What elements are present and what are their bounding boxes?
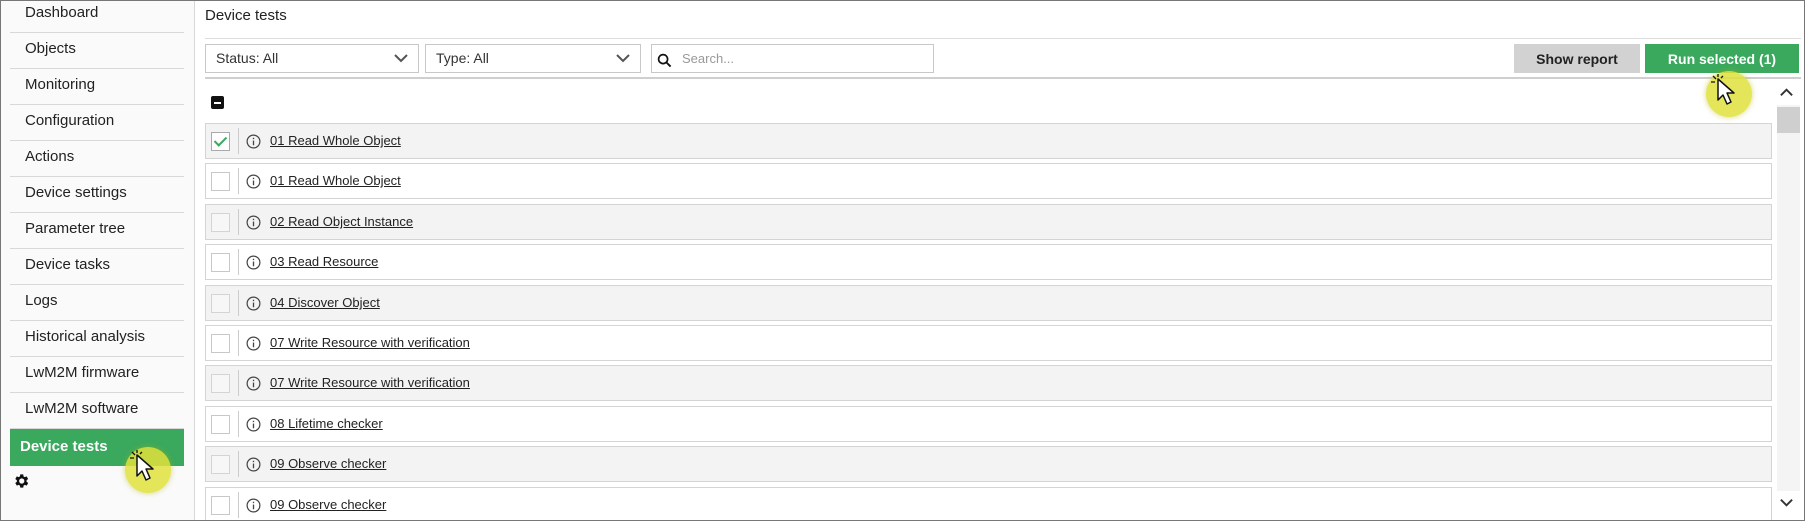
row-checkbox[interactable] (211, 334, 230, 353)
sidebar-item-actions[interactable]: Actions (10, 141, 184, 177)
test-link[interactable]: 07 Write Resource with verification (270, 375, 470, 390)
sidebar-item-parameter-tree[interactable]: Parameter tree (10, 213, 184, 249)
divider (238, 330, 239, 356)
info-icon[interactable] (246, 174, 261, 189)
sidebar-item-configuration[interactable]: Configuration (10, 105, 184, 141)
row-checkbox[interactable] (211, 374, 230, 393)
sidebar-item-historical-analysis[interactable]: Historical analysis (10, 321, 184, 357)
row-checkbox[interactable] (211, 253, 230, 272)
cursor-icon (1711, 74, 1735, 105)
test-link[interactable]: 07 Write Resource with verification (270, 335, 470, 350)
sidebar-item-monitoring[interactable]: Monitoring (10, 69, 184, 105)
scroll-thumb[interactable] (1777, 107, 1800, 133)
table-row: 09 Observe checker (205, 487, 1772, 520)
chevron-down-icon (394, 54, 408, 63)
chevron-down-icon[interactable] (1779, 495, 1794, 510)
search-icon (657, 53, 672, 68)
chevron-down-icon (616, 54, 630, 63)
table-row: 07 Write Resource with verification (205, 325, 1772, 361)
sidebar-item-device-tasks[interactable]: Device tasks (10, 249, 184, 285)
info-icon[interactable] (246, 215, 261, 230)
table-row: 01 Read Whole Object (205, 123, 1772, 159)
type-filter-select[interactable]: Type: All (425, 44, 641, 73)
divider (238, 128, 239, 154)
sidebar-item-lwm2m-firmware[interactable]: LwM2M firmware (10, 357, 184, 393)
test-link[interactable]: 09 Observe checker (270, 497, 386, 512)
test-link[interactable]: 01 Read Whole Object (270, 133, 401, 148)
info-icon[interactable] (246, 296, 261, 311)
sidebar-item-logs[interactable]: Logs (10, 285, 184, 321)
cursor-icon (130, 450, 154, 481)
row-checkbox[interactable] (211, 213, 230, 232)
sidebar-item-objects[interactable]: Objects (10, 33, 184, 69)
divider (238, 290, 239, 316)
gear-icon[interactable] (12, 472, 30, 490)
row-checkbox[interactable] (211, 294, 230, 313)
info-icon[interactable] (246, 255, 261, 270)
divider (238, 168, 239, 194)
status-filter-value: Status: All (216, 50, 279, 66)
row-checkbox[interactable] (211, 496, 230, 515)
select-all-checkbox[interactable] (211, 96, 224, 109)
info-icon[interactable] (246, 498, 261, 513)
table-row: 09 Observe checker (205, 446, 1772, 482)
sidebar-item-dashboard[interactable]: Dashboard (10, 1, 184, 33)
info-icon[interactable] (246, 417, 261, 432)
run-selected-button[interactable]: Run selected (1) (1645, 44, 1799, 73)
test-list: 01 Read Whole Object 01 Read Whole Objec… (205, 123, 1772, 520)
divider (238, 411, 239, 437)
vertical-scrollbar[interactable] (1773, 79, 1800, 520)
divider (238, 492, 239, 518)
sidebar: Dashboard Objects Monitoring Configurati… (1, 1, 195, 520)
app-window: Dashboard Objects Monitoring Configurati… (0, 0, 1805, 521)
divider (205, 77, 1801, 79)
chevron-up-icon[interactable] (1779, 85, 1794, 100)
table-row: 04 Discover Object (205, 285, 1772, 321)
scroll-track[interactable] (1777, 105, 1800, 491)
status-filter-select[interactable]: Status: All (205, 44, 419, 73)
divider (238, 249, 239, 275)
row-checkbox[interactable] (211, 455, 230, 474)
main-panel: Device tests Status: All Type: All Show … (195, 1, 1804, 520)
test-link[interactable]: 09 Observe checker (270, 456, 386, 471)
search-input[interactable] (682, 48, 927, 69)
row-checkbox[interactable] (211, 415, 230, 434)
test-link[interactable]: 01 Read Whole Object (270, 173, 401, 188)
row-checkbox[interactable] (211, 132, 230, 151)
info-icon[interactable] (246, 336, 261, 351)
test-link[interactable]: 04 Discover Object (270, 295, 380, 310)
table-row: 02 Read Object Instance (205, 204, 1772, 240)
row-checkbox[interactable] (211, 172, 230, 191)
table-row: 01 Read Whole Object (205, 163, 1772, 199)
search-box (651, 44, 934, 73)
show-report-button[interactable]: Show report (1514, 44, 1640, 73)
type-filter-value: Type: All (436, 50, 489, 66)
table-row: 08 Lifetime checker (205, 406, 1772, 442)
info-icon[interactable] (246, 376, 261, 391)
test-link[interactable]: 03 Read Resource (270, 254, 378, 269)
divider (205, 38, 1801, 39)
table-row: 03 Read Resource (205, 244, 1772, 280)
divider (238, 451, 239, 477)
info-icon[interactable] (246, 457, 261, 472)
test-link[interactable]: 08 Lifetime checker (270, 416, 383, 431)
divider (238, 209, 239, 235)
divider (238, 370, 239, 396)
info-icon[interactable] (246, 134, 261, 149)
page-title: Device tests (205, 7, 287, 24)
test-link[interactable]: 02 Read Object Instance (270, 214, 413, 229)
sidebar-item-lwm2m-software[interactable]: LwM2M software (10, 393, 184, 429)
table-row: 07 Write Resource with verification (205, 365, 1772, 401)
sidebar-item-device-settings[interactable]: Device settings (10, 177, 184, 213)
